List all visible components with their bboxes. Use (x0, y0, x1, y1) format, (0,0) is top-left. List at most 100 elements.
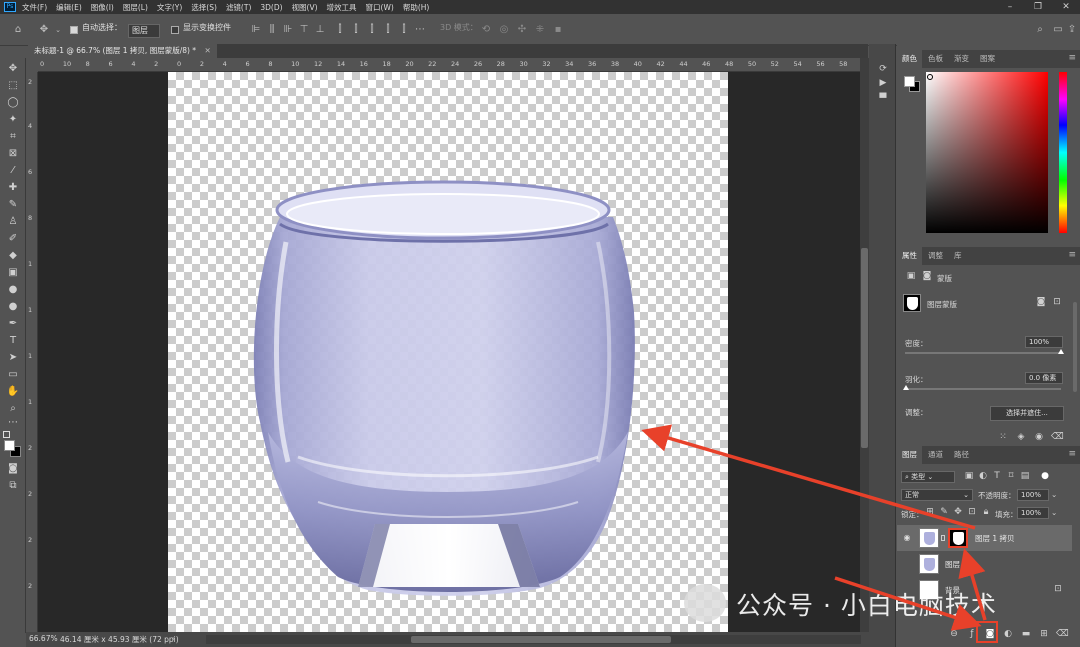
filter-pixel-icon[interactable]: ▣ (963, 471, 975, 483)
auto-select-checkbox[interactable] (70, 26, 78, 34)
zoom-level[interactable]: 66.67% (29, 634, 58, 643)
fx-icon[interactable]: ƒ (966, 629, 978, 641)
eraser-tool-icon[interactable]: ◆ (4, 249, 22, 263)
pan-3d-icon[interactable]: ✣ (516, 24, 528, 36)
color-picker-cursor[interactable] (927, 74, 933, 80)
show-transform-checkbox[interactable] (171, 26, 179, 34)
hue-slider[interactable] (1059, 72, 1067, 233)
layer-name[interactable]: 图层 1 拷贝 (975, 533, 1015, 544)
menu-view[interactable]: 视图(V) (292, 2, 318, 13)
comment-icon[interactable]: ▀ (878, 94, 888, 104)
horizontal-scroll-thumb[interactable] (411, 636, 671, 643)
menu-window[interactable]: 窗口(W) (366, 2, 394, 13)
chevron-down-icon[interactable]: ⌄ (1051, 508, 1057, 517)
properties-scrollbar[interactable] (1073, 302, 1077, 392)
chevron-down-icon[interactable]: ⌄ (1051, 490, 1057, 499)
distribute-bottom-icon[interactable]: ⫿ (366, 24, 378, 36)
pen-tool-icon[interactable]: ✒ (4, 317, 22, 331)
density-input[interactable]: 100% (1025, 336, 1063, 348)
align-middle-icon[interactable]: ⊥ (314, 24, 326, 36)
quick-mask-icon[interactable]: ◙ (4, 462, 22, 476)
new-layer-icon[interactable]: ⊞ (1038, 629, 1050, 641)
type-tool-icon[interactable]: T (4, 334, 22, 348)
gradient-tool-icon[interactable]: ▣ (4, 266, 22, 280)
distribute-middle-icon[interactable]: ⫿ (350, 24, 362, 36)
tab-swatches[interactable]: 色板 (923, 50, 948, 68)
filter-toggle-icon[interactable]: ● (1039, 471, 1051, 483)
workspace-icon[interactable]: ▭ (1052, 24, 1064, 36)
default-colors-icon[interactable] (3, 431, 10, 438)
filter-shape-icon[interactable]: ⌑ (1005, 471, 1017, 483)
add-mask-icon[interactable]: ◙ (984, 629, 996, 641)
density-slider-handle[interactable] (1058, 349, 1064, 354)
link-layers-icon[interactable]: ⊖ (948, 629, 960, 641)
folder-icon[interactable]: ▬ (1020, 629, 1032, 641)
load-selection-icon[interactable]: ⁙ (997, 432, 1009, 444)
panel-menu-icon[interactable]: ≡ (1068, 449, 1076, 459)
menu-plugins[interactable]: 增效工具 (327, 2, 357, 13)
play-icon[interactable]: ▶ (878, 78, 888, 88)
home-icon[interactable]: ⌂ (12, 24, 24, 36)
restore-icon[interactable]: ❐ (1024, 0, 1052, 14)
tab-gradients[interactable]: 渐变 (949, 50, 974, 68)
filter-adjustment-icon[interactable]: ◐ (977, 471, 989, 483)
search-icon[interactable]: ⌕ (1034, 24, 1046, 36)
menu-image[interactable]: 图像(I) (91, 2, 114, 13)
more-tools-icon[interactable]: ⋯ (4, 416, 22, 430)
marquee-tool-icon[interactable]: ⬚ (4, 79, 22, 93)
hand-tool-icon[interactable]: ✋ (4, 385, 22, 399)
lock-transparent-icon[interactable]: ⊞ (924, 507, 936, 519)
lock-artboard-icon[interactable]: ⊡ (966, 507, 978, 519)
visibility-icon[interactable]: ◉ (1033, 432, 1045, 444)
menu-edit[interactable]: 编辑(E) (56, 2, 82, 13)
document-tab[interactable]: 未标题-1 @ 66.7% (图层 1 拷贝, 图层蒙版/8) * ✕ (28, 44, 217, 58)
roll-3d-icon[interactable]: ◎ (498, 24, 510, 36)
feather-slider-handle[interactable] (903, 385, 909, 390)
frame-tool-icon[interactable]: ⊠ (4, 147, 22, 161)
adjustment-layer-icon[interactable]: ◐ (1002, 629, 1014, 641)
feather-slider[interactable] (905, 388, 1061, 390)
move-tool-icon[interactable]: ✥ (38, 24, 50, 36)
menu-layer[interactable]: 图层(L) (123, 2, 148, 13)
slide-3d-icon[interactable]: ⁜ (534, 24, 546, 36)
add-mask-icon[interactable]: ⊡ (1051, 297, 1063, 309)
zoom-tool-icon[interactable]: ⌕ (4, 402, 22, 416)
tab-layers[interactable]: 图层 (897, 446, 922, 464)
path-selection-icon[interactable]: ➤ (4, 351, 22, 365)
align-top-icon[interactable]: ⊤ (298, 24, 310, 36)
feather-input[interactable]: 0.0 像素 (1025, 372, 1063, 384)
auto-select-dropdown[interactable]: 图层 (128, 24, 160, 38)
menu-help[interactable]: 帮助(H) (403, 2, 430, 13)
more-options-icon[interactable]: ⋯ (414, 24, 426, 36)
vector-mask-icon[interactable]: ◙ (921, 271, 933, 283)
tab-paths[interactable]: 路径 (949, 446, 974, 464)
eye-hidden-icon[interactable] (902, 559, 912, 569)
opacity-input[interactable]: 100% (1017, 489, 1049, 501)
layer-row[interactable]: ◉ 图层 1 拷贝 (897, 525, 1072, 551)
history-icon[interactable]: ⟳ (878, 64, 888, 74)
magic-wand-icon[interactable]: ✦ (4, 113, 22, 127)
layer-row[interactable]: 图层 (897, 551, 1072, 577)
layer-filter-dropdown[interactable]: ⌕ 类型 ⌄ (901, 471, 955, 483)
lock-image-icon[interactable]: ✎ (938, 507, 950, 519)
color-fg-swatch[interactable] (904, 76, 915, 87)
distribute-left-icon[interactable]: ⫿ (382, 24, 394, 36)
menu-file[interactable]: 文件(F) (22, 2, 47, 13)
filter-type-icon[interactable]: T (991, 471, 1003, 483)
scale-3d-icon[interactable]: ▪ (552, 24, 564, 36)
share-icon[interactable]: ⇪ (1066, 24, 1078, 36)
clone-stamp-icon[interactable]: ♙ (4, 215, 22, 229)
chevron-down-icon[interactable]: ⌄ (52, 24, 64, 36)
align-right-icon[interactable]: ⊪ (282, 24, 294, 36)
dodge-tool-icon[interactable]: ● (4, 300, 22, 314)
history-brush-icon[interactable]: ✐ (4, 232, 22, 246)
tab-patterns[interactable]: 图案 (975, 50, 1000, 68)
rectangle-tool-icon[interactable]: ▭ (4, 368, 22, 382)
lock-position-icon[interactable]: ✥ (952, 507, 964, 519)
align-center-icon[interactable]: ⫼ (266, 24, 278, 36)
tab-channels[interactable]: 通道 (923, 446, 948, 464)
close-icon[interactable]: ✕ (1052, 0, 1080, 14)
minimize-icon[interactable]: – (996, 0, 1024, 14)
density-slider[interactable] (905, 352, 1061, 354)
pixel-mask-icon[interactable]: ▣ (905, 271, 917, 283)
